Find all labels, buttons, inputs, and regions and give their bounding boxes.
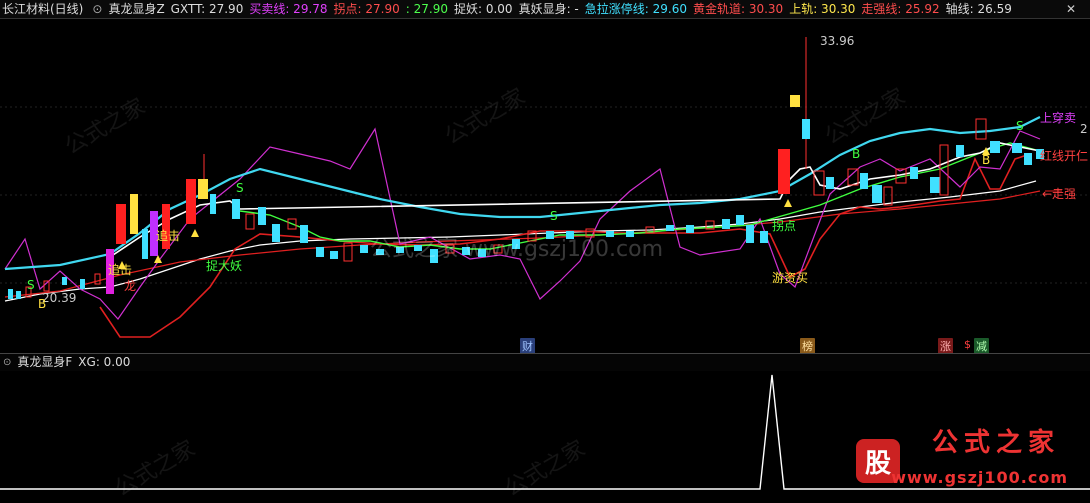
signal-zhuiji-1: 追击 — [108, 263, 133, 277]
item-0: GXTT: 27.90 — [170, 2, 244, 16]
indicator-name[interactable]: 真龙显身Z — [108, 0, 164, 18]
signal-b-2: B — [852, 147, 861, 161]
dropdown-icon[interactable]: ⊙ — [92, 0, 102, 18]
item-5: 真妖显身: - — [518, 2, 579, 16]
event-marker-jian[interactable]: 减 — [974, 338, 989, 354]
main-chart[interactable]: 公式之家 公式之家 公式之家 公式之家 www.gszj100.com 33.9… — [0, 19, 1090, 354]
item-7: 黄金轨道: 30.30 — [692, 2, 784, 16]
signal-guaidian: 拐点 — [772, 219, 797, 233]
event-marker-dollar[interactable]: $ — [962, 338, 973, 351]
sub-indicator-name[interactable]: 真龙显身F — [17, 354, 72, 371]
sub-value-label: XG: 0.00 — [78, 355, 131, 369]
signal-zouqiang: ←走强 — [1042, 187, 1077, 201]
event-marker-cai[interactable]: 财 — [520, 338, 535, 354]
sub-indicator-header: ⊙ 真龙显身F XG: 0.00 — [0, 353, 1090, 371]
item-4: 捉妖: 0.00 — [453, 2, 513, 16]
item-1: 买卖线: 29.78 — [249, 2, 328, 16]
low-price-label: 20.39 — [42, 291, 77, 305]
event-marker-zhang[interactable]: 涨 — [938, 338, 953, 354]
price-chart-svg — [0, 19, 1090, 352]
event-marker-bang[interactable]: 榜 — [800, 338, 815, 354]
right-axis-label: 2 — [1080, 122, 1088, 136]
watermark-center: 公式之家 www.gszj100.com — [370, 237, 664, 262]
item-10: 轴线: 26.59 — [945, 2, 1012, 16]
signal-b-3: B — [982, 153, 991, 167]
signal-s-3: S — [550, 209, 558, 223]
signal-youzimai: 游资买 — [772, 271, 809, 285]
signal-long: 龙 — [124, 279, 137, 293]
signal-shangchuan: 上穿卖 — [1040, 111, 1077, 125]
brand-url: www.gszj100.com — [891, 468, 1068, 487]
stock-title[interactable]: 长江材料(日线) — [2, 0, 83, 18]
indicator-header: 长江材料(日线) ⊙ 真龙显身Z GXTT: 27.90 买卖线: 29.78 … — [0, 0, 1090, 19]
item-8: 上轨: 30.30 — [789, 2, 856, 16]
signal-s-2: S — [236, 181, 244, 195]
signal-b-1: B — [38, 297, 47, 311]
signal-hongxian: 红线开仁 — [1040, 149, 1089, 163]
item-3: : 27.90 — [405, 2, 448, 16]
brand-name: 公式之家 — [931, 428, 1060, 458]
item-2: 拐点: 27.90 — [333, 2, 400, 16]
sub-dropdown-icon[interactable]: ⊙ — [3, 354, 11, 371]
high-price-label: 33.96 — [820, 34, 855, 48]
signal-s-4: S — [1016, 119, 1024, 133]
signal-s-1: S — [27, 278, 35, 292]
signal-zhuiji-2: 追击 — [156, 229, 181, 243]
item-9: 走强线: 25.92 — [861, 2, 940, 16]
signal-zhuoyao: 捉大妖 — [206, 259, 243, 273]
item-6: 急拉涨停线: 29.60 — [584, 2, 687, 16]
close-icon[interactable]: ✕ — [1066, 0, 1076, 18]
